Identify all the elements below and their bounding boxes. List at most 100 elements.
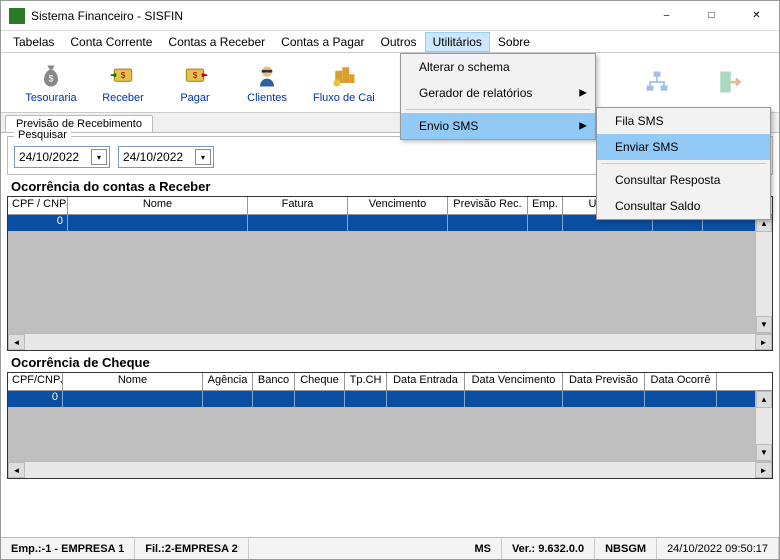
calendar-dropdown-icon[interactable]: ▾ [195, 149, 211, 165]
toolbar-receber[interactable]: $ Receber [97, 62, 149, 104]
grid1-hscroll[interactable]: ◄ ► [8, 333, 772, 350]
cell-do [645, 391, 717, 407]
cell-tp [345, 391, 387, 407]
maximize-button[interactable]: □ [689, 1, 734, 31]
toolbar-label: Fluxo de Cai [313, 92, 375, 104]
menu-contas-pagar[interactable]: Contas a Pagar [273, 32, 372, 52]
cell-nome [63, 391, 203, 407]
cell-nome [68, 215, 248, 231]
grid2-header: CPF/CNPJ Nome Agência Banco Cheque Tp.CH… [8, 373, 772, 391]
svg-text:$: $ [121, 70, 126, 79]
menubar: Tabelas Conta Corrente Contas a Receber … [1, 31, 779, 53]
toolbar-pagar[interactable]: $ Pagar [169, 62, 221, 104]
menuitem-label: Consultar Saldo [615, 199, 700, 213]
col-fatura[interactable]: Fatura [248, 197, 348, 214]
hierarchy-icon [643, 68, 671, 96]
scroll-track[interactable] [756, 232, 772, 316]
toolbar-sair[interactable] [703, 68, 755, 98]
col-cheque[interactable]: Cheque [295, 373, 345, 390]
scroll-right-icon[interactable]: ► [755, 462, 772, 478]
grid2-body[interactable]: 0 ▲ ▼ [8, 391, 772, 461]
grid-cheque: Ocorrência de Cheque CPF/CNPJ Nome Agênc… [7, 355, 773, 479]
col-previsao[interactable]: Previsão Rec. [448, 197, 528, 214]
clients-icon [253, 62, 281, 90]
scroll-right-icon[interactable]: ► [755, 334, 772, 350]
cell-venc [348, 215, 448, 231]
status-datetime: 24/10/2022 09:50:17 [657, 538, 779, 559]
menuitem-gerador-relatorios[interactable]: Gerador de relatórios ▶ [401, 80, 595, 106]
date-from-field[interactable]: 24/10/2022 ▾ [14, 146, 110, 168]
menu-conta-corrente[interactable]: Conta Corrente [62, 32, 160, 52]
window-buttons: – □ ✕ [644, 1, 779, 31]
col-nome[interactable]: Nome [68, 197, 248, 214]
cell-bco [253, 391, 295, 407]
receive-icon: $ [109, 62, 137, 90]
cell-prev [448, 215, 528, 231]
search-legend: Pesquisar [14, 129, 71, 141]
cell-cpf: 0 [8, 215, 68, 231]
money-bag-icon: $ [37, 62, 65, 90]
grid2-hscroll[interactable]: ◄ ► [8, 461, 772, 478]
status-emp: Emp.:-1 - EMPRESA 1 [1, 538, 135, 559]
scroll-up-icon[interactable]: ▲ [756, 391, 772, 408]
cell-emp [528, 215, 563, 231]
menuitem-label: Alterar o schema [419, 60, 510, 74]
cell-cpf: 0 [8, 391, 63, 407]
toolbar-label: Tesouraria [25, 92, 76, 104]
grid2-title: Ocorrência de Cheque [11, 355, 773, 370]
toolbar-tesouraria[interactable]: $ Tesouraria [25, 62, 77, 104]
calendar-dropdown-icon[interactable]: ▾ [91, 149, 107, 165]
col-agencia[interactable]: Agência [203, 373, 253, 390]
dropdown-utilitarios: Alterar o schema Gerador de relatórios ▶… [400, 53, 596, 140]
svg-text:$: $ [49, 73, 54, 83]
svg-text:$: $ [193, 70, 198, 79]
menuitem-label: Consultar Resposta [615, 173, 720, 187]
close-button[interactable]: ✕ [734, 1, 779, 31]
scroll-left-icon[interactable]: ◄ [8, 462, 25, 478]
menuitem-consultar-saldo[interactable]: Consultar Saldo [597, 193, 770, 219]
col-data-previsao[interactable]: Data Previsão [563, 373, 645, 390]
scroll-down-icon[interactable]: ▼ [756, 316, 772, 333]
col-cpf[interactable]: CPF/CNPJ [8, 373, 63, 390]
menuitem-enviar-sms[interactable]: Enviar SMS [597, 134, 770, 160]
menu-contas-receber[interactable]: Contas a Receber [160, 32, 273, 52]
scroll-down-icon[interactable]: ▼ [756, 444, 772, 461]
menuitem-envio-sms[interactable]: Envio SMS ▶ [401, 113, 595, 139]
col-data-ocorrencia[interactable]: Data Ocorrê [645, 373, 717, 390]
menu-outros[interactable]: Outros [373, 32, 425, 52]
col-data-entrada[interactable]: Data Entrada [387, 373, 465, 390]
col-vencimento[interactable]: Vencimento [348, 197, 448, 214]
col-data-vencimento[interactable]: Data Vencimento [465, 373, 563, 390]
col-tpch[interactable]: Tp.CH [345, 373, 387, 390]
menu-sobre[interactable]: Sobre [490, 32, 538, 52]
grid1-body[interactable]: 0 ▲ ▼ [8, 215, 772, 333]
menuitem-label: Gerador de relatórios [419, 86, 532, 100]
col-cpf[interactable]: CPF / CNPJ [8, 197, 68, 214]
minimize-button[interactable]: – [644, 1, 689, 31]
menuitem-alterar-schema[interactable]: Alterar o schema [401, 54, 595, 80]
scroll-left-icon[interactable]: ◄ [8, 334, 25, 350]
exit-icon [715, 68, 743, 96]
toolbar-clientes[interactable]: Clientes [241, 62, 293, 104]
toolbar-fluxo-caixa[interactable]: Fluxo de Cai [313, 62, 375, 104]
col-emp[interactable]: Emp. [528, 197, 563, 214]
menuitem-consultar-resposta[interactable]: Consultar Resposta [597, 167, 770, 193]
scroll-track[interactable] [756, 408, 772, 444]
menuitem-fila-sms[interactable]: Fila SMS [597, 108, 770, 134]
grid2-vscroll[interactable]: ▲ ▼ [755, 391, 772, 461]
toolbar-hierarchy[interactable] [631, 68, 683, 98]
menu-tabelas[interactable]: Tabelas [5, 32, 62, 52]
cashflow-icon [330, 62, 358, 90]
col-banco[interactable]: Banco [253, 373, 295, 390]
col-nome[interactable]: Nome [63, 373, 203, 390]
table-row[interactable]: 0 [8, 391, 772, 407]
cell-fatura [248, 215, 348, 231]
scroll-track[interactable] [25, 334, 755, 350]
statusbar: Emp.:-1 - EMPRESA 1 Fil.:2-EMPRESA 2 MS … [1, 537, 779, 559]
grid1-vscroll[interactable]: ▲ ▼ [755, 215, 772, 333]
date-to-field[interactable]: 24/10/2022 ▾ [118, 146, 214, 168]
scroll-track[interactable] [25, 462, 755, 478]
status-fil: Fil.:2-EMPRESA 2 [135, 538, 249, 559]
menu-utilitarios[interactable]: Utilitários [425, 32, 490, 52]
toolbar-label: Pagar [180, 92, 209, 104]
